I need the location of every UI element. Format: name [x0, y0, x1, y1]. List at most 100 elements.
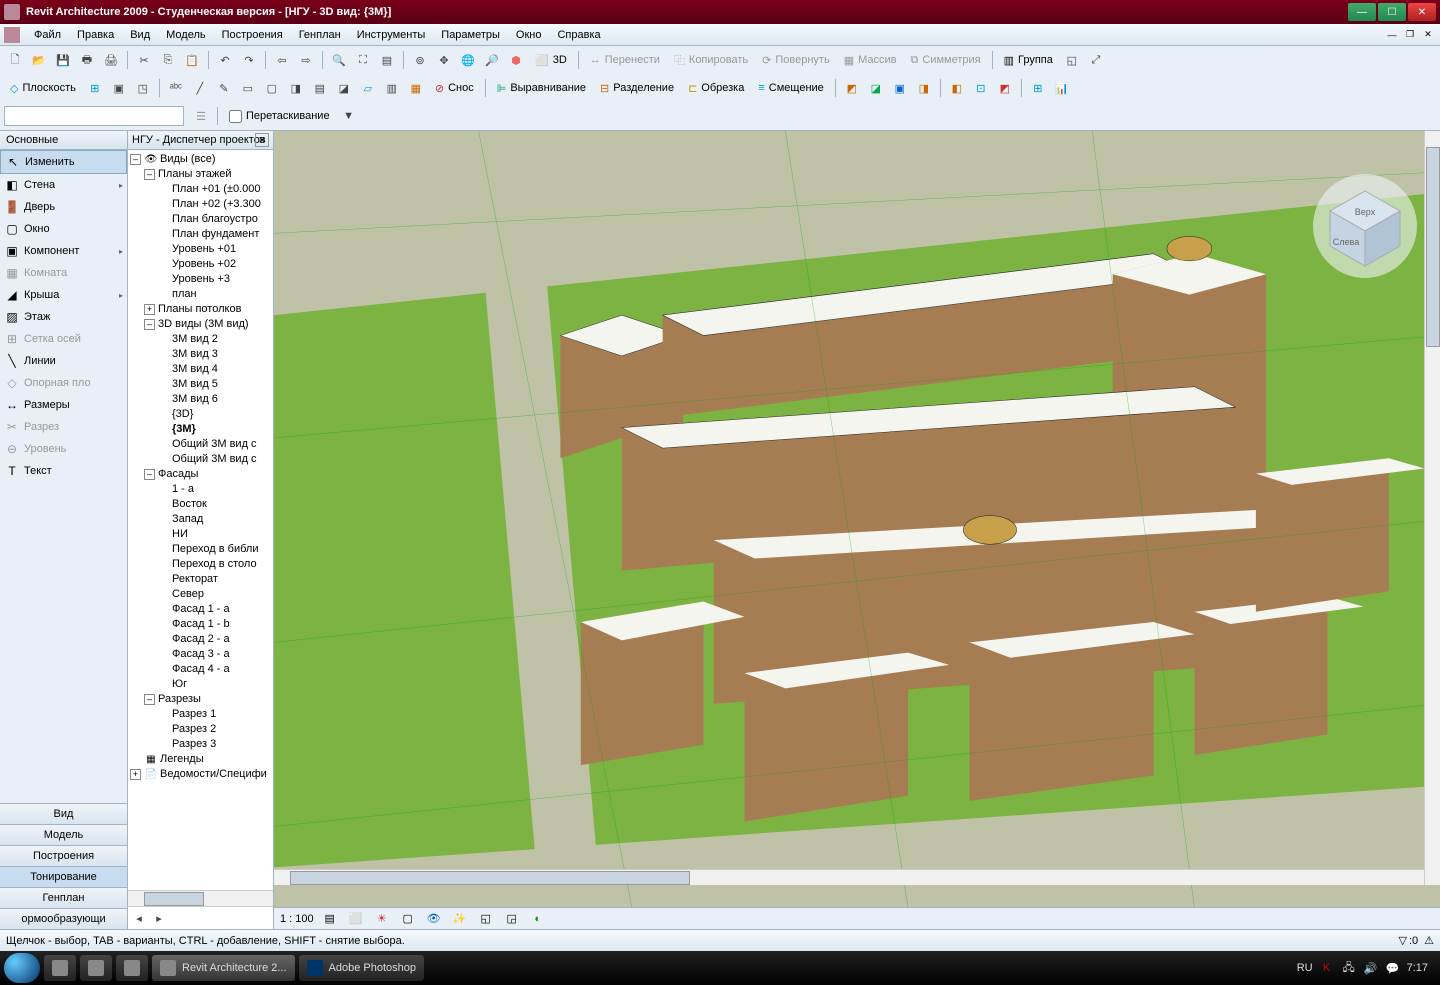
thin-lines-icon[interactable]: ▤ [376, 49, 398, 71]
tb2-k-icon[interactable]: ◪ [865, 77, 887, 99]
tree-expand-icon[interactable]: – [144, 694, 155, 705]
tb1-a-icon[interactable]: ◱ [1061, 49, 1083, 71]
tb2-l-icon[interactable]: ▣ [889, 77, 911, 99]
view-icon[interactable]: 🔎 [481, 49, 503, 71]
move-button[interactable]: ↔Перенести [584, 54, 666, 66]
cut-icon[interactable]: ✂ [133, 49, 155, 71]
rotate-button[interactable]: ⟳Повернуть [756, 54, 836, 67]
open-file-icon[interactable]: 📂 [28, 49, 50, 71]
vc-style-icon[interactable]: ⬜ [346, 910, 366, 928]
tree-item[interactable]: 3М вид 6 [130, 392, 271, 407]
tree-item[interactable]: Разрез 3 [130, 737, 271, 752]
array-button[interactable]: ▦Массив [838, 54, 903, 67]
tree-item[interactable]: Юг [130, 677, 271, 692]
pb-btn2-icon[interactable]: ▸ [150, 909, 168, 927]
tray-net-icon[interactable]: 🖧 [1341, 960, 1357, 976]
tb2-j-icon[interactable]: ◩ [841, 77, 863, 99]
tree-item[interactable]: +📄Ведомости/Специфи [130, 767, 271, 782]
pan-icon[interactable]: ✥ [433, 49, 455, 71]
mirror-button[interactable]: ⧉Симметрия [905, 54, 987, 67]
tree-item[interactable]: План фундамент [130, 227, 271, 242]
tb2-p-icon[interactable]: ◩ [994, 77, 1016, 99]
plane-button[interactable]: ◇Плоскость [4, 82, 82, 95]
tree-item[interactable]: 3М вид 2 [130, 332, 271, 347]
tab-siteplan[interactable]: Генплан [0, 887, 127, 908]
line-icon[interactable]: ╱ [189, 77, 211, 99]
tree-item[interactable]: –3D виды (3М вид) [130, 317, 271, 332]
align-button[interactable]: ⊫Выравнивание [491, 82, 592, 95]
tree-item[interactable]: Уровень +02 [130, 257, 271, 272]
tree-item[interactable]: Переход в библи [130, 542, 271, 557]
tool-дверь[interactable]: 🚪Дверь [0, 196, 127, 218]
status-filter[interactable]: ▽:0 [1398, 934, 1418, 947]
tool-сетка осей[interactable]: ⊞Сетка осей [0, 328, 127, 350]
quicklaunch-3[interactable] [116, 955, 148, 981]
scale-label[interactable]: 1 : 100 [280, 913, 314, 925]
status-warn-icon[interactable]: ⚠ [1424, 934, 1434, 947]
tree-item[interactable]: 3М вид 4 [130, 362, 271, 377]
tool-размеры[interactable]: ↔Размеры [0, 394, 127, 416]
chart-icon[interactable]: 📊 [1051, 77, 1073, 99]
steering-icon[interactable]: ⊚ [409, 49, 431, 71]
doc-close[interactable]: ✕ [1420, 28, 1436, 42]
nav-fwd-icon[interactable]: ⇨ [295, 49, 317, 71]
tree-item[interactable]: Ректорат [130, 572, 271, 587]
tb1-b-icon[interactable]: ⤢ [1085, 49, 1107, 71]
quicklaunch-2[interactable] [80, 955, 112, 981]
tb2-c-icon[interactable]: ▢ [261, 77, 283, 99]
nav-back-icon[interactable]: ⇦ [271, 49, 293, 71]
start-button[interactable] [4, 953, 40, 983]
tree-item[interactable]: –Разрезы [130, 692, 271, 707]
tree-item[interactable]: –👁Виды (все) [130, 152, 271, 167]
tree-item[interactable]: Общий 3М вид с [130, 437, 271, 452]
tree-item[interactable]: Фасад 1 - b [130, 617, 271, 632]
menu-build[interactable]: Построения [214, 27, 291, 43]
tool-крыша[interactable]: ◢Крыша▸ [0, 284, 127, 306]
tree-item[interactable]: Запад [130, 512, 271, 527]
close-button[interactable]: ✕ [1408, 3, 1436, 21]
tb2-n-icon[interactable]: ◧ [946, 77, 968, 99]
minimize-button[interactable]: — [1348, 3, 1376, 21]
tree-item[interactable]: {3D} [130, 407, 271, 422]
vc-hide-icon[interactable]: 👁 [424, 910, 444, 928]
doc-restore[interactable]: ❐ [1402, 28, 1418, 42]
tb2-e-icon[interactable]: ▤ [309, 77, 331, 99]
pen-icon[interactable]: ✎ [213, 77, 235, 99]
tree-item[interactable]: НИ [130, 527, 271, 542]
viewport-scrollbar-v[interactable] [1424, 131, 1440, 885]
redo-icon[interactable]: ↷ [238, 49, 260, 71]
tree-item[interactable]: +Планы потолков [130, 302, 271, 317]
pb-btn1-icon[interactable]: ◂ [130, 909, 148, 927]
tray-msg-icon[interactable]: 💬 [1385, 960, 1401, 976]
vc-c-icon[interactable]: ◐ [528, 910, 548, 928]
viewport-scrollbar-h[interactable] [274, 869, 1424, 885]
tree-item[interactable]: План благоустро [130, 212, 271, 227]
tab-toning[interactable]: Тонирование [0, 866, 127, 887]
save-icon[interactable]: 💾 [52, 49, 74, 71]
maximize-button[interactable]: ☐ [1378, 3, 1406, 21]
task-revit[interactable]: Revit Architecture 2... [152, 955, 295, 981]
tool-окно[interactable]: ▢Окно [0, 218, 127, 240]
tree-item[interactable]: –Фасады [130, 467, 271, 482]
demolish-button[interactable]: ⊘Снос [429, 82, 480, 95]
drag-checkbox[interactable]: Перетаскивание [223, 110, 336, 123]
tray-clock[interactable]: 7:17 [1407, 962, 1428, 974]
trim-button[interactable]: ⊏Обрезка [682, 82, 750, 95]
text-icon[interactable]: ᵃᵇᶜ [165, 77, 187, 99]
tree-expand-icon[interactable]: – [130, 154, 141, 165]
tree-item[interactable]: Фасад 3 - a [130, 647, 271, 662]
save-all-icon[interactable]: 🖶 [76, 49, 98, 71]
tree-item[interactable]: Уровень +3 [130, 272, 271, 287]
vc-reveal-icon[interactable]: ✨ [450, 910, 470, 928]
grid-icon[interactable]: ⊞ [84, 77, 106, 99]
tab-model[interactable]: Модель [0, 824, 127, 845]
task-photoshop[interactable]: Adobe Photoshop [299, 955, 424, 981]
split-button[interactable]: ⊟Разделение [594, 82, 680, 95]
tree-expand-icon[interactable]: + [130, 769, 141, 780]
tree-item[interactable]: Переход в столо [130, 557, 271, 572]
menu-file[interactable]: Файл [26, 27, 69, 43]
tool-разрез[interactable]: ✂Разрез [0, 416, 127, 438]
type-selector[interactable] [4, 106, 184, 126]
tray-lang[interactable]: RU [1297, 962, 1313, 974]
view3d-cube-icon[interactable]: ⬢ [505, 49, 527, 71]
